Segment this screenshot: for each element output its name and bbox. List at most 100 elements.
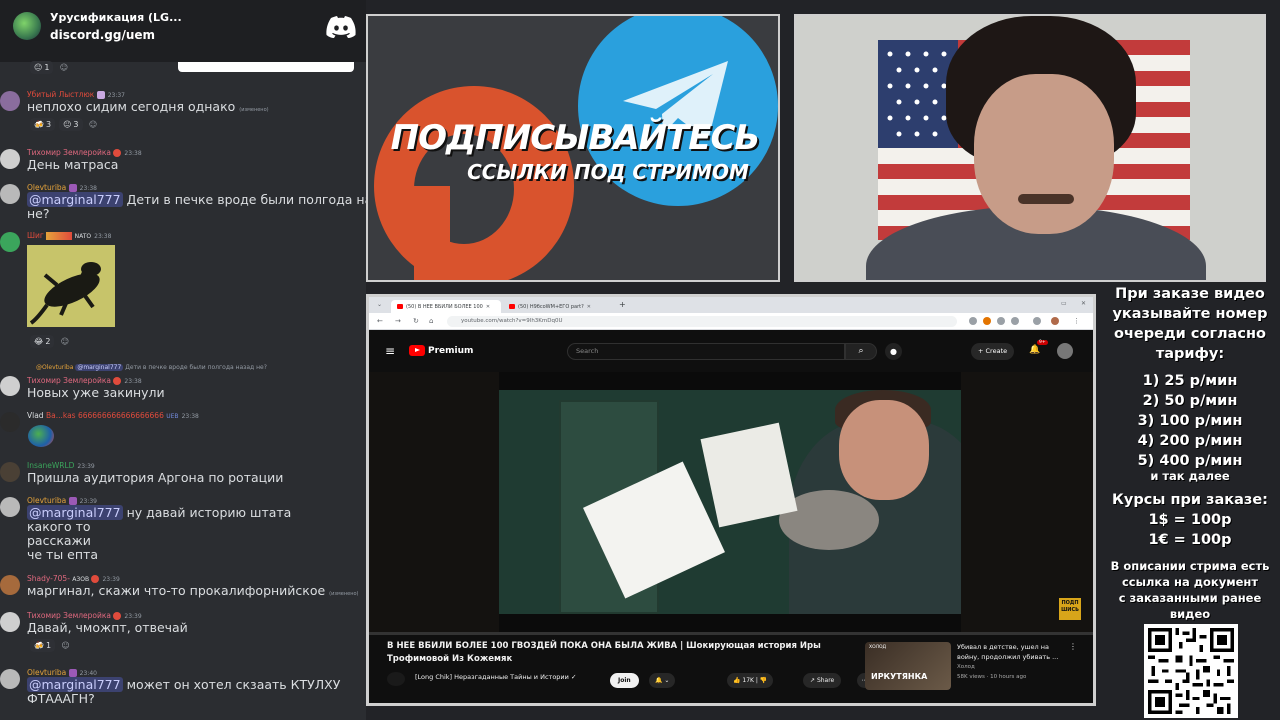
message-text: че ты епта: [27, 547, 98, 562]
server-name: Урусификация (LG...: [50, 11, 182, 24]
role-badge-icon: [96, 91, 105, 99]
channel-name[interactable]: [Long Chik] Неразгаданные Тайны и Истори…: [415, 673, 576, 681]
reaction-chip[interactable]: 🍻 3: [30, 118, 56, 131]
add-reaction-icon[interactable]: ☺: [57, 61, 70, 74]
recommended-channel[interactable]: Холод: [957, 664, 975, 670]
tariff-line: 1) 25 р/мин: [1142, 373, 1238, 389]
extension-icon[interactable]: [983, 317, 991, 325]
server-invite[interactable]: discord.gg/uem: [50, 28, 155, 42]
message-text: Пришла аудитория Аргона по ротации: [27, 470, 284, 485]
browser-tab[interactable]: (50) В НЕЕ ВБИЛИ БОЛЕЕ 100 ✕: [391, 300, 501, 313]
tariff-line: 4) 200 р/мин: [1137, 433, 1243, 449]
role-badge-icon: [113, 612, 122, 620]
reaction-chip[interactable]: 😐 1: [30, 61, 54, 74]
user-mention[interactable]: @marginal777: [27, 505, 123, 520]
avatar: [0, 575, 20, 595]
message-text: ФТАААГН?: [27, 691, 95, 706]
message-author[interactable]: Olevturiba 23:39: [27, 496, 97, 505]
extension-icon[interactable]: [969, 317, 977, 325]
message-text: маргинал, скажи что-то прокалифорнийское…: [27, 583, 359, 598]
youtube-logo[interactable]: Premium: [409, 345, 473, 356]
message-author[interactable]: Тихомир Землеройка 23:39: [27, 611, 142, 620]
qr-code-image: [1148, 628, 1234, 714]
flag-badge: [46, 232, 73, 240]
video-frame: [499, 390, 961, 614]
microphone-icon[interactable]: ●: [885, 343, 902, 360]
like-dislike-button[interactable]: 👍 17K | 👎: [727, 673, 774, 688]
message-author[interactable]: Olevturiba 23:38: [27, 183, 97, 192]
video-player[interactable]: ПОДП ШИСЬ: [369, 372, 1093, 635]
video-progress-bar[interactable]: [369, 632, 1093, 635]
server-icon: [13, 12, 41, 40]
new-tab-icon[interactable]: +: [619, 300, 626, 309]
reaction-chip[interactable]: 😂 2: [30, 335, 55, 348]
channel-watermark[interactable]: ПОДП ШИСЬ: [1059, 598, 1081, 620]
message-text: какого то: [27, 519, 91, 534]
hamburger-menu-icon[interactable]: ≡: [385, 344, 395, 358]
message-author[interactable]: Тихомир Землеройка 23:38: [27, 148, 142, 157]
join-button[interactable]: Join: [610, 673, 639, 688]
info-heading: указывайте номер: [1112, 306, 1268, 322]
extension-icon[interactable]: [1033, 317, 1041, 325]
rates-heading: Курсы при заказе:: [1112, 492, 1268, 508]
home-icon[interactable]: ⌂: [429, 317, 433, 325]
message-author[interactable]: Shady-705- АЗОВ 23:39: [27, 574, 120, 583]
channel-avatar[interactable]: [387, 672, 405, 686]
share-button[interactable]: ↗ Share: [803, 673, 842, 688]
recommended-video[interactable]: ХОЛОД ИРКУТЯНКА Убивал в детстве, ушел н…: [865, 642, 1079, 692]
message-author[interactable]: Vlad Ba...kas 666666666666666666 UEB 23:3…: [27, 411, 199, 420]
extension-icon[interactable]: [1011, 317, 1019, 325]
address-bar: ← → ↻ ⌂ youtube.com/watch?v=9lh3KmDq0U ⋮: [369, 313, 1093, 330]
menu-dots-icon[interactable]: ⋮: [1073, 317, 1080, 325]
search-input[interactable]: Search: [567, 343, 845, 360]
message-author[interactable]: Olevturiba 23:40: [27, 668, 97, 677]
tariff-line: 3) 100 р/мин: [1137, 413, 1243, 429]
create-button[interactable]: + Create: [971, 343, 1015, 360]
message-author[interactable]: Тихомир Землеройка 23:38: [27, 376, 142, 385]
user-mention[interactable]: @marginal777: [27, 677, 123, 692]
user-mention[interactable]: @marginal777: [27, 192, 123, 207]
message-author[interactable]: Шиг NATO 23:38: [27, 231, 111, 240]
info-heading: очереди согласно: [1114, 326, 1266, 342]
browser-tab[interactable]: (50) Н9бсоWМ+ЕГО part? ✕: [503, 300, 613, 313]
reload-icon[interactable]: ↻: [413, 317, 419, 325]
qr-code[interactable]: [1144, 624, 1238, 718]
verified-icon: ✓: [570, 673, 577, 681]
notifications-bell-icon[interactable]: 🔔: [1029, 345, 1040, 355]
role-badge-icon: [68, 184, 77, 192]
stream-layout: Урусификация (LG... discord.gg/uem 😐 1 ☺ …: [0, 0, 1280, 720]
back-icon[interactable]: ←: [377, 317, 383, 325]
message-text: Новых уже закинули: [27, 385, 165, 400]
forward-icon[interactable]: →: [395, 317, 401, 325]
reaction-row: 😂 2 ☺: [30, 335, 71, 348]
tab-list-icon[interactable]: ⌄: [377, 301, 382, 308]
minimize-icon[interactable]: ▭: [1061, 300, 1067, 307]
note-line: В описании стрима есть: [1110, 559, 1270, 573]
message-author[interactable]: Убитый Лыстлюк 23:37: [27, 90, 125, 99]
search-icon[interactable]: ⌕: [845, 343, 877, 360]
youtube-header: ≡ Premium Search ⌕ ● + Create 🔔 9+: [369, 331, 1093, 371]
subscription-bell-button[interactable]: 🔔 ⌄: [649, 673, 676, 688]
add-reaction-icon[interactable]: ☺: [59, 639, 72, 652]
role-badge-icon: [113, 149, 122, 157]
thumbs-down-icon: 👎: [759, 677, 768, 684]
url-field[interactable]: youtube.com/watch?v=9lh3KmDq0U: [447, 316, 957, 327]
reaction-chip[interactable]: 🍻 1: [30, 639, 56, 652]
message-author[interactable]: InsaneWRLD 23:39: [27, 461, 95, 470]
window-close-icon[interactable]: ✕: [1081, 300, 1086, 307]
role-badge-icon: [68, 497, 77, 505]
lizard-image[interactable]: [27, 245, 115, 327]
add-reaction-icon[interactable]: ☺: [87, 118, 100, 131]
extension-icon[interactable]: [997, 317, 1005, 325]
recommended-title[interactable]: Убивал в детстве, ушел на войну, продолж…: [957, 642, 1065, 662]
reply-preview[interactable]: @Olevturiba @marginal777 Дети в печке вр…: [36, 364, 267, 371]
more-options-icon[interactable]: ⋮: [1069, 642, 1077, 651]
recommended-thumbnail[interactable]: ХОЛОД ИРКУТЯНКА: [865, 642, 951, 690]
avatar: [0, 376, 20, 396]
profile-icon[interactable]: [1051, 317, 1059, 325]
rate-line: 1€ = 100р: [1148, 532, 1232, 548]
add-reaction-icon[interactable]: ☺: [58, 335, 71, 348]
reaction-chip[interactable]: 😐 3: [59, 118, 83, 131]
account-avatar[interactable]: [1057, 343, 1073, 359]
avatar: [0, 612, 20, 632]
